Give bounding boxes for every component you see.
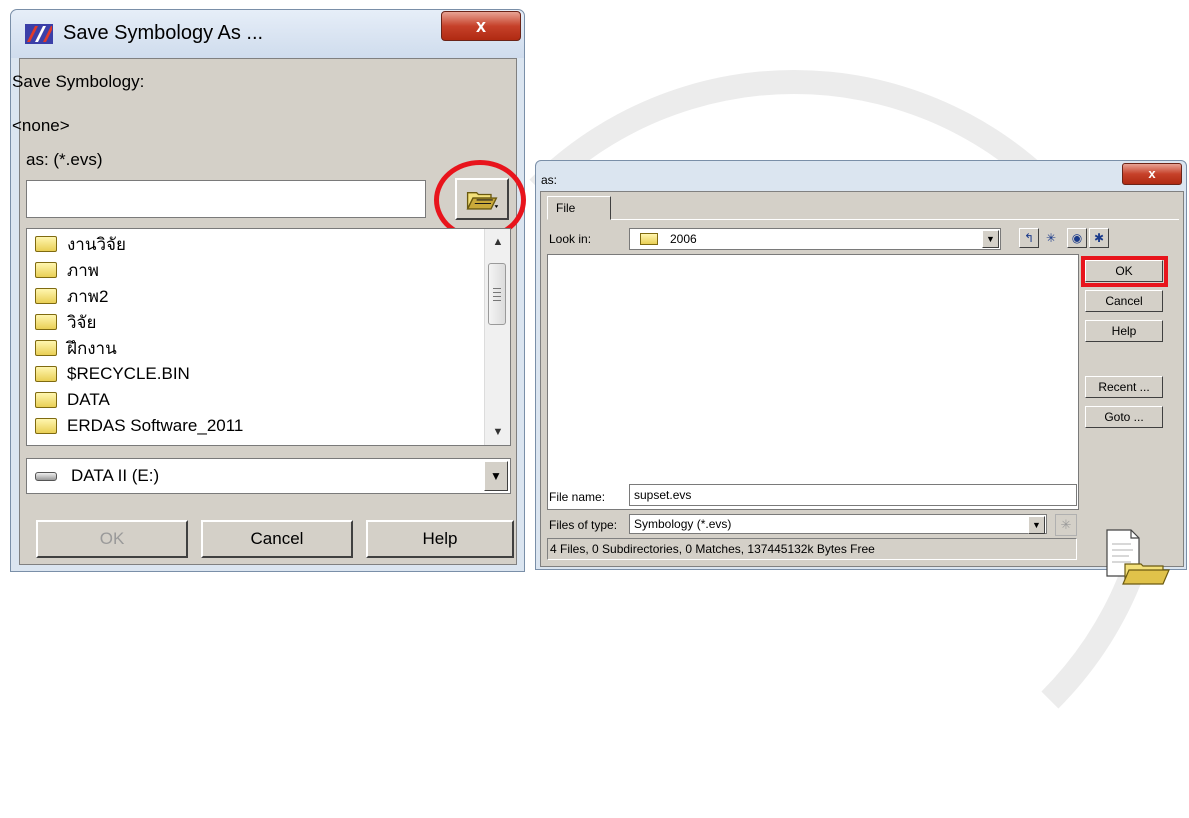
folder-item[interactable]: ฝึกงาน [35,335,117,361]
network-icon[interactable]: ◉ [1067,228,1087,248]
chevron-down-icon[interactable]: ▼ [484,461,508,491]
file-name-input[interactable]: supset.evs [629,484,1077,506]
up-folder-icon[interactable]: ↰ [1019,228,1039,248]
folder-icon [35,392,57,408]
folder-icon [35,314,57,330]
ok-highlight-box [1081,256,1168,287]
folder-icon [640,233,658,245]
as-label: as: (*.evs) [26,150,103,169]
star-icon[interactable]: ✳ [1055,514,1077,536]
folder-label: ฝึกงาน [67,338,117,358]
folder-label: งานวิจัย [67,234,126,254]
file-list-area[interactable] [547,254,1079,510]
folder-label: ภาพ [67,260,99,280]
folder-icon [35,262,57,278]
ok-button[interactable]: OK [36,520,188,558]
folder-icon [35,418,57,434]
dialog2-title: as: [541,173,558,187]
app-icon [25,24,53,44]
folder-item[interactable]: ภาพ [35,257,99,283]
recent-button[interactable]: Recent ... [1085,376,1163,398]
folder-label: DATA [67,390,110,409]
cancel-button[interactable]: Cancel [1085,290,1163,312]
folder-item[interactable]: ERDAS Software_2011 [35,413,243,439]
folder-item[interactable]: งานวิจัย [35,231,126,257]
dialog2-close-button[interactable]: x [1122,163,1182,185]
folder-label: วิจัย [67,312,97,332]
symbology-name-value: <none> [12,116,70,135]
save-symbology-label: Save Symbology: [12,72,145,91]
chevron-down-icon[interactable]: ▼ [1028,516,1045,534]
chevron-down-icon[interactable]: ▼ [982,230,999,248]
look-in-label: Look in: [549,232,592,246]
file-type-select[interactable]: Symbology (*.evs) ▼ [629,514,1047,534]
folder-item[interactable]: DATA [35,387,110,413]
help-button[interactable]: Help [1085,320,1163,342]
file-name-label: File name: [549,490,606,504]
document-folder-icon [1106,529,1170,585]
status-bar: 4 Files, 0 Subdirectories, 0 Matches, 13… [547,538,1077,560]
scroll-up-arrow-icon[interactable]: ▲ [485,229,510,255]
cancel-button[interactable]: Cancel [201,520,353,558]
folder-item[interactable]: ภาพ2 [35,283,108,309]
scroll-down-arrow-icon[interactable]: ▼ [485,419,510,445]
folder-label: ภาพ2 [67,286,109,306]
dialog1-title: Save Symbology As ... [63,22,264,44]
goto-button[interactable]: Goto ... [1085,406,1163,428]
folder-item[interactable]: วิจัย [35,309,96,335]
drive-value: DATA II (E:) [71,466,160,485]
drive-icon [35,472,57,481]
file-type-value: Symbology (*.evs) [634,517,732,531]
filter-icon[interactable]: ✱ [1089,228,1109,248]
dialog2-client: File Look in: 2006 ▼ ↰ ✳ ◉ ✱ OK Cancel H… [540,191,1184,585]
look-in-select[interactable]: 2006 ▼ [629,228,1001,250]
folder-list[interactable]: งานวิจัย ภาพ ภาพ2 วิจัย ฝึกงาน $RECYCLE.… [26,228,511,446]
close-button[interactable]: x [441,11,521,41]
file-chooser-dialog: as: x File Look in: 2006 ▼ ↰ ✳ ◉ ✱ OK Ca… [535,160,1187,585]
dialog1-titlebar[interactable]: Save Symbology As ... x [11,10,524,58]
folder-label: ERDAS Software_2011 [67,416,244,435]
new-folder-icon[interactable]: ✳ [1041,228,1061,248]
folder-icon [35,366,57,382]
folder-label: $RECYCLE.BIN [67,364,190,383]
filename-input[interactable] [26,180,426,218]
folder-item[interactable]: $RECYCLE.BIN [35,361,190,387]
help-button[interactable]: Help [366,520,514,558]
tab-file[interactable]: File [547,196,611,220]
drive-select[interactable]: DATA II (E:) ▼ [26,458,511,494]
folder-icon [35,288,57,304]
folder-icon [35,236,57,252]
look-in-value: 2006 [670,232,697,246]
folder-icon [35,340,57,356]
folder-list-scrollbar[interactable]: ▲ ▼ [484,229,510,445]
file-type-label: Files of type: [549,518,618,532]
scroll-thumb[interactable] [488,263,506,325]
